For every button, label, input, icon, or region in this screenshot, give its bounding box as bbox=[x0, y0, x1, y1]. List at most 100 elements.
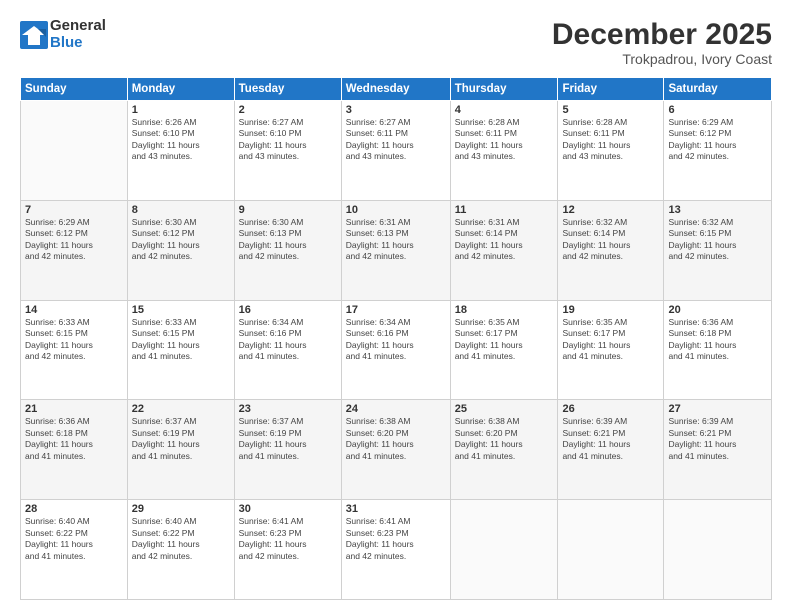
header-day-tuesday: Tuesday bbox=[234, 78, 341, 101]
header-row: SundayMondayTuesdayWednesdayThursdayFrid… bbox=[21, 78, 772, 101]
day-info: Sunrise: 6:41 AM Sunset: 6:23 PM Dayligh… bbox=[239, 516, 337, 562]
day-info: Sunrise: 6:41 AM Sunset: 6:23 PM Dayligh… bbox=[346, 516, 446, 562]
day-number: 5 bbox=[562, 104, 659, 116]
day-cell: 11Sunrise: 6:31 AM Sunset: 6:14 PM Dayli… bbox=[450, 200, 558, 300]
day-cell: 21Sunrise: 6:36 AM Sunset: 6:18 PM Dayli… bbox=[21, 400, 128, 500]
day-number: 3 bbox=[346, 104, 446, 116]
day-number: 12 bbox=[562, 204, 659, 216]
day-info: Sunrise: 6:39 AM Sunset: 6:21 PM Dayligh… bbox=[562, 416, 659, 462]
day-info: Sunrise: 6:28 AM Sunset: 6:11 PM Dayligh… bbox=[562, 117, 659, 163]
day-info: Sunrise: 6:30 AM Sunset: 6:13 PM Dayligh… bbox=[239, 217, 337, 263]
day-cell bbox=[21, 101, 128, 201]
day-info: Sunrise: 6:31 AM Sunset: 6:13 PM Dayligh… bbox=[346, 217, 446, 263]
day-cell: 24Sunrise: 6:38 AM Sunset: 6:20 PM Dayli… bbox=[341, 400, 450, 500]
header: General Blue December 2025 Trokpadrou, I… bbox=[20, 18, 772, 67]
day-info: Sunrise: 6:39 AM Sunset: 6:21 PM Dayligh… bbox=[668, 416, 767, 462]
day-number: 16 bbox=[239, 304, 337, 316]
day-cell bbox=[558, 500, 664, 600]
day-cell: 27Sunrise: 6:39 AM Sunset: 6:21 PM Dayli… bbox=[664, 400, 772, 500]
day-cell: 12Sunrise: 6:32 AM Sunset: 6:14 PM Dayli… bbox=[558, 200, 664, 300]
day-cell: 7Sunrise: 6:29 AM Sunset: 6:12 PM Daylig… bbox=[21, 200, 128, 300]
day-info: Sunrise: 6:32 AM Sunset: 6:14 PM Dayligh… bbox=[562, 217, 659, 263]
day-info: Sunrise: 6:40 AM Sunset: 6:22 PM Dayligh… bbox=[25, 516, 123, 562]
day-cell: 31Sunrise: 6:41 AM Sunset: 6:23 PM Dayli… bbox=[341, 500, 450, 600]
day-cell: 13Sunrise: 6:32 AM Sunset: 6:15 PM Dayli… bbox=[664, 200, 772, 300]
day-cell: 26Sunrise: 6:39 AM Sunset: 6:21 PM Dayli… bbox=[558, 400, 664, 500]
day-cell: 9Sunrise: 6:30 AM Sunset: 6:13 PM Daylig… bbox=[234, 200, 341, 300]
day-number: 15 bbox=[132, 304, 230, 316]
logo-text: General Blue bbox=[50, 18, 106, 51]
day-cell: 20Sunrise: 6:36 AM Sunset: 6:18 PM Dayli… bbox=[664, 300, 772, 400]
day-cell: 30Sunrise: 6:41 AM Sunset: 6:23 PM Dayli… bbox=[234, 500, 341, 600]
day-info: Sunrise: 6:29 AM Sunset: 6:12 PM Dayligh… bbox=[25, 217, 123, 263]
day-number: 22 bbox=[132, 403, 230, 415]
header-day-sunday: Sunday bbox=[21, 78, 128, 101]
header-day-monday: Monday bbox=[127, 78, 234, 101]
day-number: 24 bbox=[346, 403, 446, 415]
day-cell bbox=[450, 500, 558, 600]
day-number: 14 bbox=[25, 304, 123, 316]
day-info: Sunrise: 6:33 AM Sunset: 6:15 PM Dayligh… bbox=[132, 317, 230, 363]
day-number: 28 bbox=[25, 503, 123, 515]
month-title: December 2025 bbox=[552, 18, 772, 51]
location: Trokpadrou, Ivory Coast bbox=[552, 51, 772, 67]
day-number: 17 bbox=[346, 304, 446, 316]
day-info: Sunrise: 6:26 AM Sunset: 6:10 PM Dayligh… bbox=[132, 117, 230, 163]
day-cell: 3Sunrise: 6:27 AM Sunset: 6:11 PM Daylig… bbox=[341, 101, 450, 201]
day-info: Sunrise: 6:27 AM Sunset: 6:10 PM Dayligh… bbox=[239, 117, 337, 163]
calendar-table: SundayMondayTuesdayWednesdayThursdayFrid… bbox=[20, 77, 772, 600]
day-number: 10 bbox=[346, 204, 446, 216]
logo-blue-text: Blue bbox=[50, 35, 106, 52]
logo: General Blue bbox=[20, 18, 106, 51]
day-cell: 25Sunrise: 6:38 AM Sunset: 6:20 PM Dayli… bbox=[450, 400, 558, 500]
day-cell: 16Sunrise: 6:34 AM Sunset: 6:16 PM Dayli… bbox=[234, 300, 341, 400]
day-info: Sunrise: 6:38 AM Sunset: 6:20 PM Dayligh… bbox=[346, 416, 446, 462]
day-info: Sunrise: 6:34 AM Sunset: 6:16 PM Dayligh… bbox=[346, 317, 446, 363]
day-cell: 22Sunrise: 6:37 AM Sunset: 6:19 PM Dayli… bbox=[127, 400, 234, 500]
week-row-3: 14Sunrise: 6:33 AM Sunset: 6:15 PM Dayli… bbox=[21, 300, 772, 400]
day-cell: 14Sunrise: 6:33 AM Sunset: 6:15 PM Dayli… bbox=[21, 300, 128, 400]
day-info: Sunrise: 6:38 AM Sunset: 6:20 PM Dayligh… bbox=[455, 416, 554, 462]
day-number: 18 bbox=[455, 304, 554, 316]
day-cell: 6Sunrise: 6:29 AM Sunset: 6:12 PM Daylig… bbox=[664, 101, 772, 201]
day-info: Sunrise: 6:28 AM Sunset: 6:11 PM Dayligh… bbox=[455, 117, 554, 163]
day-cell: 19Sunrise: 6:35 AM Sunset: 6:17 PM Dayli… bbox=[558, 300, 664, 400]
header-day-thursday: Thursday bbox=[450, 78, 558, 101]
header-day-friday: Friday bbox=[558, 78, 664, 101]
day-info: Sunrise: 6:36 AM Sunset: 6:18 PM Dayligh… bbox=[25, 416, 123, 462]
day-number: 11 bbox=[455, 204, 554, 216]
day-cell: 23Sunrise: 6:37 AM Sunset: 6:19 PM Dayli… bbox=[234, 400, 341, 500]
day-info: Sunrise: 6:27 AM Sunset: 6:11 PM Dayligh… bbox=[346, 117, 446, 163]
day-info: Sunrise: 6:40 AM Sunset: 6:22 PM Dayligh… bbox=[132, 516, 230, 562]
header-day-saturday: Saturday bbox=[664, 78, 772, 101]
day-info: Sunrise: 6:36 AM Sunset: 6:18 PM Dayligh… bbox=[668, 317, 767, 363]
week-row-4: 21Sunrise: 6:36 AM Sunset: 6:18 PM Dayli… bbox=[21, 400, 772, 500]
day-info: Sunrise: 6:30 AM Sunset: 6:12 PM Dayligh… bbox=[132, 217, 230, 263]
day-cell: 15Sunrise: 6:33 AM Sunset: 6:15 PM Dayli… bbox=[127, 300, 234, 400]
week-row-5: 28Sunrise: 6:40 AM Sunset: 6:22 PM Dayli… bbox=[21, 500, 772, 600]
day-number: 23 bbox=[239, 403, 337, 415]
day-number: 6 bbox=[668, 104, 767, 116]
header-day-wednesday: Wednesday bbox=[341, 78, 450, 101]
day-info: Sunrise: 6:32 AM Sunset: 6:15 PM Dayligh… bbox=[668, 217, 767, 263]
day-number: 27 bbox=[668, 403, 767, 415]
day-cell: 28Sunrise: 6:40 AM Sunset: 6:22 PM Dayli… bbox=[21, 500, 128, 600]
day-number: 19 bbox=[562, 304, 659, 316]
day-number: 8 bbox=[132, 204, 230, 216]
day-number: 4 bbox=[455, 104, 554, 116]
day-cell: 4Sunrise: 6:28 AM Sunset: 6:11 PM Daylig… bbox=[450, 101, 558, 201]
logo-icon bbox=[20, 21, 48, 49]
day-number: 13 bbox=[668, 204, 767, 216]
day-info: Sunrise: 6:29 AM Sunset: 6:12 PM Dayligh… bbox=[668, 117, 767, 163]
day-number: 30 bbox=[239, 503, 337, 515]
title-block: December 2025 Trokpadrou, Ivory Coast bbox=[552, 18, 772, 67]
day-number: 26 bbox=[562, 403, 659, 415]
day-info: Sunrise: 6:33 AM Sunset: 6:15 PM Dayligh… bbox=[25, 317, 123, 363]
day-cell: 2Sunrise: 6:27 AM Sunset: 6:10 PM Daylig… bbox=[234, 101, 341, 201]
day-number: 2 bbox=[239, 104, 337, 116]
day-cell: 17Sunrise: 6:34 AM Sunset: 6:16 PM Dayli… bbox=[341, 300, 450, 400]
day-number: 9 bbox=[239, 204, 337, 216]
day-number: 1 bbox=[132, 104, 230, 116]
day-number: 29 bbox=[132, 503, 230, 515]
day-number: 31 bbox=[346, 503, 446, 515]
